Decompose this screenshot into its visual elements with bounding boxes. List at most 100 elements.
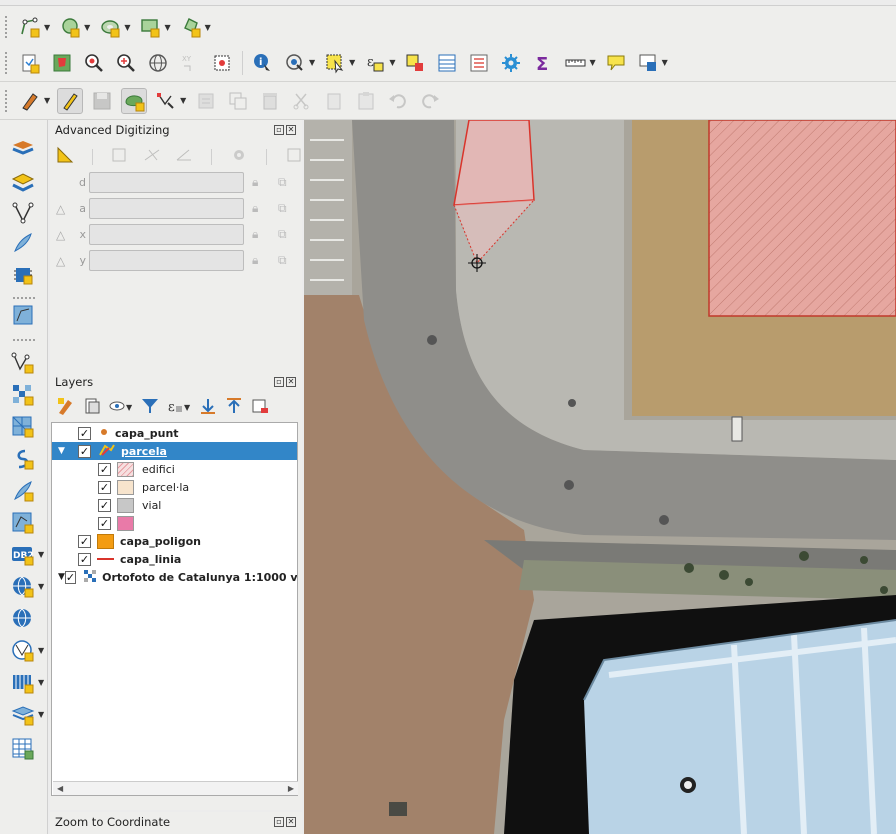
add-mesh-icon[interactable] <box>10 414 36 440</box>
add-spatialite-icon[interactable] <box>10 230 36 256</box>
statistics-icon[interactable] <box>466 50 492 76</box>
close-icon[interactable]: ✕ <box>286 817 296 827</box>
toolbar-grip[interactable] <box>4 50 8 75</box>
floater-icon[interactable] <box>285 146 303 167</box>
add-gpx-icon[interactable] <box>10 446 36 472</box>
globe-icon[interactable] <box>145 50 171 76</box>
identify-icon[interactable]: i <box>250 50 276 76</box>
edits-icon[interactable] <box>17 88 43 114</box>
layer-checkbox[interactable]: ✓ <box>78 444 91 458</box>
paste-icon[interactable] <box>321 88 347 114</box>
new-table-icon[interactable] <box>10 736 36 762</box>
add-db2-icon[interactable]: DB2 ▼ <box>10 542 44 568</box>
map-tips-icon[interactable] <box>635 50 661 76</box>
add-vector-tile-icon[interactable] <box>10 510 36 536</box>
category-item[interactable]: ✓ parcel·la <box>52 478 297 496</box>
add-delimited-icon[interactable] <box>10 200 36 226</box>
settings-icon[interactable] <box>498 50 524 76</box>
add-feature-icon[interactable] <box>121 87 148 114</box>
filter-expression-icon[interactable]: ε ▼ <box>166 396 192 419</box>
lock-icon[interactable]: 🔒︎ <box>252 253 258 268</box>
relative-lock-icon[interactable]: ⧉ <box>278 253 287 268</box>
filter-icon[interactable] <box>140 396 160 419</box>
add-shape-icon[interactable] <box>10 302 36 328</box>
orthophoto-map[interactable] <box>304 120 896 834</box>
add-xyz-icon[interactable]: ▼ <box>10 638 44 664</box>
horizontal-scrollbar[interactable]: ◀ ▶ <box>53 781 298 795</box>
lock-icon[interactable]: 🔒︎ <box>252 227 258 242</box>
sum-icon[interactable]: Σ <box>530 50 556 76</box>
expand-all-icon[interactable] <box>198 396 218 419</box>
x-field[interactable] <box>89 224 244 245</box>
select-features-icon[interactable] <box>322 50 348 76</box>
perpendicular-icon[interactable] <box>143 146 161 167</box>
digitize-rectangle-icon[interactable] <box>137 14 163 40</box>
collapse-all-icon[interactable] <box>224 396 244 419</box>
close-icon[interactable]: ✕ <box>286 377 296 387</box>
toggle-editing-icon[interactable] <box>57 87 84 114</box>
category-checkbox[interactable]: ✓ <box>98 462 111 476</box>
redo-icon[interactable] <box>417 88 443 114</box>
category-checkbox[interactable]: ✓ <box>98 480 111 494</box>
y-field[interactable] <box>89 250 244 271</box>
category-checkbox[interactable]: ✓ <box>98 498 111 512</box>
float-icon[interactable]: ▫ <box>274 377 284 387</box>
relative-lock-icon[interactable]: ⧉ <box>278 175 287 190</box>
add-raster-layer-icon[interactable] <box>10 382 36 408</box>
copy-icon[interactable] <box>225 88 251 114</box>
vertex-tool-icon[interactable] <box>153 88 179 114</box>
zoom-feature-icon[interactable] <box>113 50 139 76</box>
close-icon[interactable]: ✕ <box>286 125 296 135</box>
category-item[interactable]: ✓ vial <box>52 496 297 514</box>
add-wfs-icon[interactable]: ▼ <box>10 574 44 600</box>
layer-tree[interactable]: ✓ capa_punt ▼ ✓ parcela ✓ edifici ✓ parc… <box>51 422 298 796</box>
toolbar-grip[interactable] <box>12 338 36 342</box>
angle-field[interactable] <box>89 198 244 219</box>
parallel-icon[interactable] <box>111 146 129 167</box>
distance-field[interactable] <box>89 172 244 193</box>
toolbar-grip[interactable] <box>4 15 8 39</box>
float-icon[interactable]: ▫ <box>274 817 284 827</box>
cut-icon[interactable] <box>289 88 315 114</box>
category-item[interactable]: ✓ <box>52 514 297 532</box>
toolbar-grip[interactable] <box>12 296 36 300</box>
category-checkbox[interactable]: ✓ <box>98 516 111 530</box>
angle-icon[interactable]: △ <box>56 254 65 268</box>
relative-lock-icon[interactable]: ⧉ <box>278 227 287 242</box>
construction-mode-icon[interactable] <box>56 146 74 167</box>
digitize-line-icon[interactable] <box>17 14 43 40</box>
add-wcs-icon[interactable] <box>10 606 36 632</box>
add-oracle-icon[interactable]: ▼ <box>10 670 44 696</box>
scroll-left-icon[interactable]: ◀ <box>57 784 63 793</box>
undo-icon[interactable] <box>385 88 411 114</box>
angle-icon[interactable]: △ <box>56 202 65 216</box>
angle-icon[interactable]: △ <box>56 228 65 242</box>
add-arcgis-icon[interactable]: ▼ <box>10 702 44 728</box>
lock-icon[interactable]: 🔒︎ <box>252 201 258 216</box>
add-virtual-icon[interactable] <box>10 478 36 504</box>
add-vector-icon[interactable] <box>10 138 36 164</box>
layer-checkbox[interactable]: ✓ <box>78 426 91 440</box>
add-wms-icon[interactable] <box>10 262 36 288</box>
layer-checkbox[interactable]: ✓ <box>78 534 91 548</box>
deselect-icon[interactable] <box>402 50 428 76</box>
new-layer-icon[interactable] <box>17 50 43 76</box>
delete-icon[interactable] <box>257 88 283 114</box>
settings-gear-icon[interactable] <box>230 146 248 167</box>
coordinate-capture-icon[interactable]: XY <box>177 50 203 76</box>
layer-checkbox[interactable]: ✓ <box>64 570 77 584</box>
run-action-icon[interactable] <box>282 50 308 76</box>
attribute-table-icon[interactable] <box>434 50 460 76</box>
category-item[interactable]: ✓ edifici <box>52 460 297 478</box>
layer-item[interactable]: ✓ capa_punt <box>52 424 297 442</box>
collapse-arrow-icon[interactable]: ▼ <box>52 446 78 456</box>
add-group-icon[interactable] <box>82 396 102 419</box>
digitize-polygon-icon[interactable] <box>57 14 83 40</box>
new-geopackage-icon[interactable] <box>10 350 36 376</box>
map-canvas[interactable] <box>304 120 896 834</box>
lock-icon[interactable]: 🔒︎ <box>252 175 258 190</box>
zoom-in-icon[interactable] <box>81 50 107 76</box>
select-expression-icon[interactable]: ε <box>362 50 388 76</box>
remove-layer-icon[interactable] <box>250 396 270 419</box>
style-icon[interactable] <box>56 396 76 419</box>
